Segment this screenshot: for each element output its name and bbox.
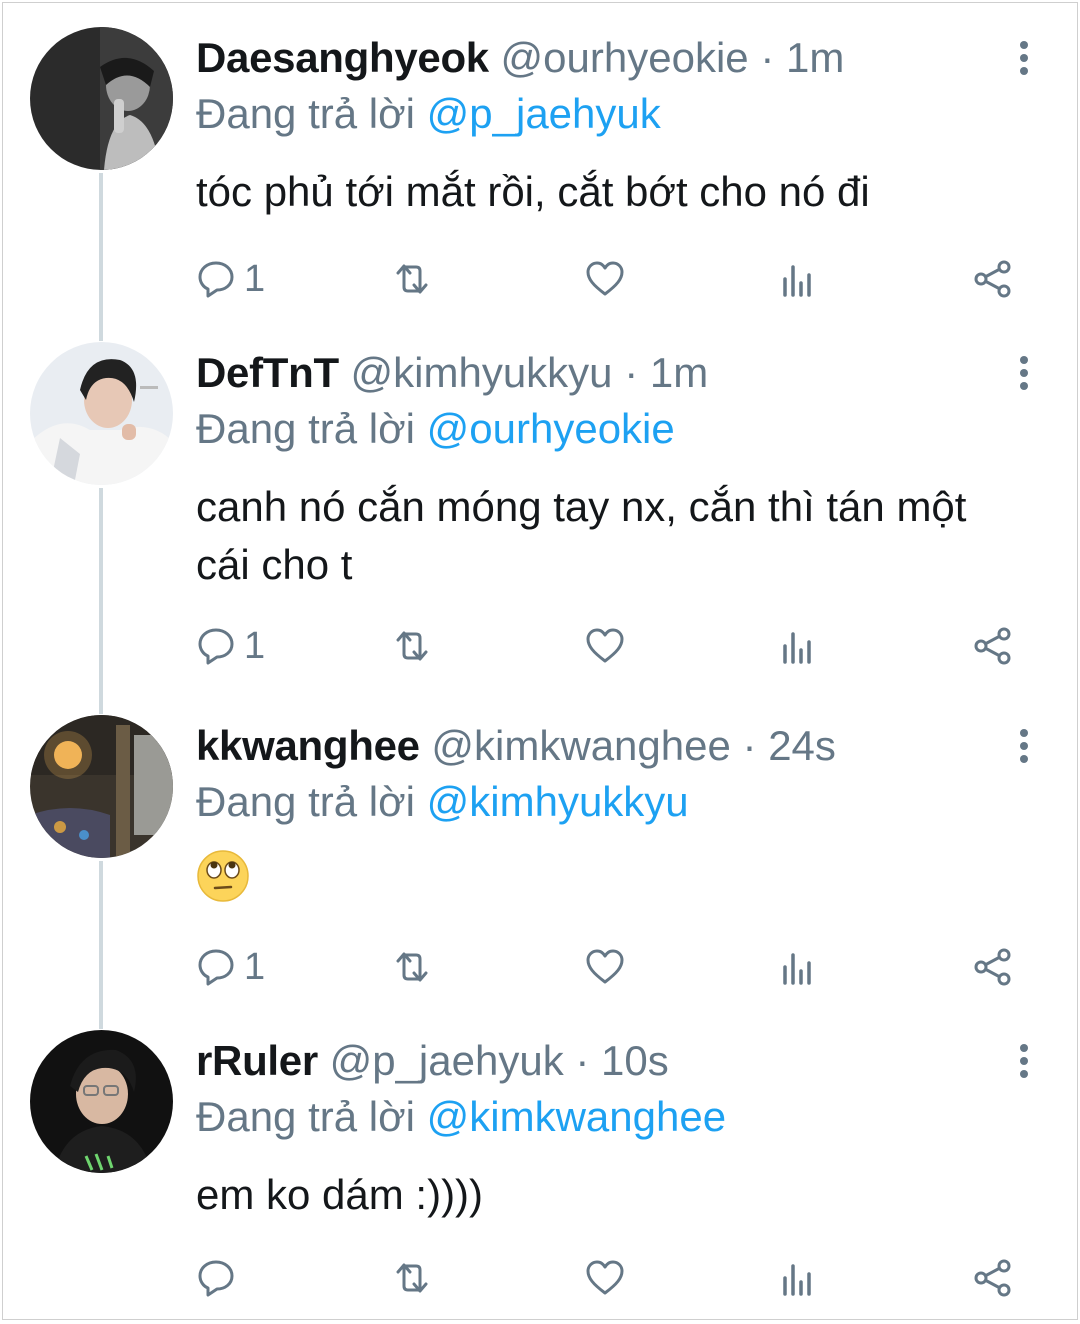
replying-to: Đang trả lời @kimkwanghee [196,1092,726,1142]
tweet-text: canh nó cắn móng tay nx, cắn thì tán một… [196,483,967,588]
reply-icon [198,1260,234,1297]
reply-icon [198,949,234,986]
analytics-button[interactable] [777,1250,821,1306]
like-button[interactable] [583,1250,627,1306]
tweet[interactable]: kkwanghee @kimkwanghee · 24s Đang trả lờ… [3,715,1077,1015]
reply-icon [198,628,234,665]
analytics-button[interactable] [777,939,821,995]
tweet[interactable]: DefTnT @kimhyukkyu · 1m Đang trả lời @ou… [3,342,1077,702]
more-options-icon[interactable] [1015,356,1033,396]
avatar[interactable] [30,27,173,170]
analytics-button[interactable] [777,618,821,674]
action-bar: 1 [3,939,1077,995]
more-options-icon[interactable] [1015,41,1033,81]
replying-to-label: Đang trả lời [196,778,415,825]
replying-to-label: Đang trả lời [196,405,415,452]
analytics-button[interactable] [777,251,821,307]
retweet-button[interactable] [390,251,434,307]
reply-thread: Daesanghyeok @ourhyeokie · 1m Đang trả l… [2,2,1078,1320]
replying-to: Đang trả lời @p_jaehyuk [196,89,661,139]
timestamp[interactable]: 1m [786,34,844,81]
avatar[interactable] [30,342,173,485]
replying-to-label: Đang trả lời [196,90,415,137]
like-icon [586,949,624,984]
tweet[interactable]: rRuler @p_jaehyuk · 10s Đang trả lời @ki… [3,1030,1077,1319]
analytics-icon [783,265,811,297]
separator: · [575,1037,590,1084]
tweet-header: Daesanghyeok @ourhyeokie · 1m [196,33,987,83]
share-icon [974,627,1011,665]
analytics-icon [783,1264,811,1296]
like-icon [586,261,624,296]
retweet-button[interactable] [390,618,434,674]
reply-button[interactable]: 1 [194,939,265,995]
timestamp[interactable]: 24s [768,722,836,769]
action-bar: 1 [3,618,1077,674]
user-handle[interactable]: @kimkwanghee [431,722,730,769]
action-bar: 1 [3,251,1077,307]
share-button[interactable] [971,251,1015,307]
more-options-icon[interactable] [1015,729,1033,769]
separator: · [624,349,639,396]
avatar[interactable] [30,1030,173,1173]
retweet-button[interactable] [390,939,434,995]
retweet-icon [396,1263,428,1293]
reply-count: 1 [244,945,266,988]
replying-to: Đang trả lời @ourhyeokie [196,404,675,454]
separator: · [760,34,775,81]
replying-to-handle[interactable]: @kimhyukkyu [427,778,689,825]
share-icon [974,260,1011,298]
rolling-eyes-emoji-icon [197,850,249,902]
user-handle[interactable]: @kimhyukkyu [351,349,613,396]
user-handle[interactable]: @ourhyeokie [501,34,749,81]
like-icon [586,628,624,663]
like-button[interactable] [583,618,627,674]
reply-button[interactable]: 1 [194,618,265,674]
reply-icon [198,261,234,298]
tweet[interactable]: Daesanghyeok @ourhyeokie · 1m Đang trả l… [3,27,1077,327]
tweet-header: DefTnT @kimhyukkyu · 1m [196,348,987,398]
tweet-text: em ko dám :)))) [196,1171,484,1218]
display-name[interactable]: rRuler [196,1037,318,1084]
retweet-icon [396,952,428,982]
share-icon [974,1259,1011,1297]
retweet-button[interactable] [390,1250,434,1306]
replying-to-label: Đang trả lời [196,1093,415,1140]
share-button[interactable] [971,618,1015,674]
like-button[interactable] [583,939,627,995]
display-name[interactable]: kkwanghee [196,722,420,769]
analytics-icon [783,953,811,985]
share-button[interactable] [971,1250,1015,1306]
action-bar [3,1250,1077,1306]
retweet-icon [396,264,428,294]
user-handle[interactable]: @p_jaehyuk [330,1037,564,1084]
timestamp[interactable]: 1m [650,349,708,396]
share-icon [974,948,1011,986]
analytics-icon [783,632,811,664]
display-name[interactable]: DefTnT [196,349,339,396]
more-options-icon[interactable] [1015,1044,1033,1084]
retweet-icon [396,631,428,661]
replying-to-handle[interactable]: @ourhyeokie [427,405,675,452]
replying-to-handle[interactable]: @p_jaehyuk [427,90,661,137]
separator: · [742,722,757,769]
share-button[interactable] [971,939,1015,995]
tweet-header: rRuler @p_jaehyuk · 10s [196,1036,987,1086]
tweet-text [196,849,987,918]
reply-button[interactable]: 1 [194,251,265,307]
like-button[interactable] [583,251,627,307]
like-icon [586,1260,624,1295]
replying-to: Đang trả lời @kimhyukkyu [196,777,689,827]
avatar[interactable] [30,715,173,858]
reply-button[interactable] [194,1250,244,1306]
display-name[interactable]: Daesanghyeok [196,34,489,81]
replying-to-handle[interactable]: @kimkwanghee [427,1093,726,1140]
tweet-text: tóc phủ tới mắt rồi, cắt bớt cho nó đi [196,168,870,215]
reply-count: 1 [244,624,266,667]
tweet-header: kkwanghee @kimkwanghee · 24s [196,721,987,771]
timestamp[interactable]: 10s [601,1037,669,1084]
reply-count: 1 [244,257,266,300]
